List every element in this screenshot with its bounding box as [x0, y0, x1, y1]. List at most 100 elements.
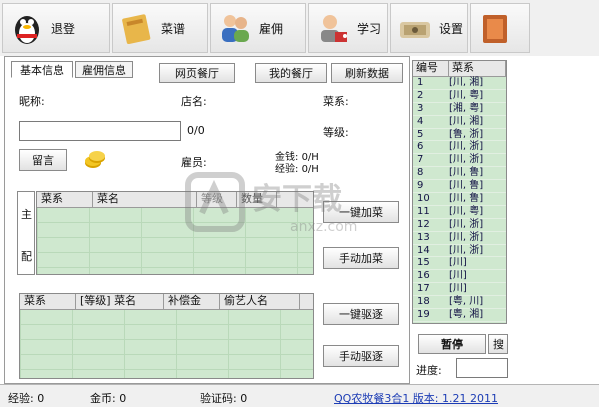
manual-add-dish-button[interactable]: 手动加菜 [323, 247, 399, 269]
row-number: 6 [417, 141, 424, 153]
dish-grid[interactable]: 菜系 菜名 等级 数量 [36, 191, 314, 275]
cuisine-list-row[interactable]: 8 [川, 鲁] [413, 167, 506, 181]
cuisine-list-row[interactable]: 9 [川, 鲁] [413, 180, 506, 194]
nickname-label: 昵称: [19, 95, 45, 108]
side-label-side[interactable]: 配 [21, 248, 32, 264]
my-restaurant-button[interactable]: 我的餐厅 [255, 63, 327, 83]
nickname-input[interactable] [19, 121, 181, 141]
hire-button[interactable]: 雇佣 [210, 3, 306, 53]
cuisine-list-row[interactable]: 7 [川, 浙] [413, 154, 506, 168]
dish-side-tabs: 主 配 [17, 191, 35, 275]
row-cuisine: [川, 湘] [449, 115, 484, 127]
row-cuisine: [川] [449, 257, 467, 269]
learn-label: 学习 [357, 21, 382, 36]
row-number: 4 [417, 115, 424, 127]
cuisine-list-row[interactable]: 17 [川] [413, 283, 506, 297]
auto-add-dish-button[interactable]: 一键加菜 [323, 201, 399, 223]
cuisine-list-row[interactable]: 14 [川, 浙] [413, 245, 506, 258]
message-button[interactable]: 留言 [19, 149, 67, 171]
auto-kick-button[interactable]: 一键驱逐 [323, 303, 399, 325]
version-link[interactable]: QQ农牧餐3合1 版本: 1.21 2011 [334, 390, 498, 406]
row-number: 15 [417, 257, 430, 269]
cuisine-list-row[interactable]: 15 [川] [413, 257, 506, 271]
cuisine-list-row[interactable]: 2 [川, 粤] [413, 90, 506, 103]
recipe-button[interactable]: 菜谱 [112, 3, 208, 53]
col-thief-name[interactable]: 偷艺人名 [220, 294, 300, 309]
col-number[interactable]: 编号 [413, 61, 449, 76]
pause-button[interactable]: 暂停 [418, 334, 486, 354]
cuisine-list-row[interactable]: 10 [川, 鲁] [413, 193, 506, 206]
col-cuisine[interactable]: 菜系 [37, 192, 93, 207]
row-cuisine: [川, 浙] [449, 141, 484, 153]
coins-icon [83, 149, 107, 171]
people-icon [217, 10, 253, 46]
web-restaurant-button[interactable]: 网页餐厅 [159, 63, 235, 83]
toolbar: 退登 菜谱 雇佣 学习 设置 [0, 0, 599, 56]
cuisine-list-row[interactable]: 19 [粤, 湘] [413, 309, 506, 322]
cuisine-list[interactable]: 编号 菜系 1 [川, 湘] 2 [川, 粤] 3 [湘, 粤] 4 [川, 湘] 5 [鲁, 浙… [412, 60, 507, 324]
row-number: 10 [417, 193, 430, 205]
row-number: 12 [417, 218, 430, 230]
status-exp: 经验: 0 [8, 392, 45, 405]
row-cuisine: [川] [449, 283, 467, 295]
cuisine-list-header: 编号 菜系 [413, 61, 506, 77]
cuisine-list-row[interactable]: 13 [川, 浙] [413, 232, 506, 245]
status-captcha: 验证码: 0 [200, 392, 248, 405]
row-cuisine: [川, 浙] [449, 154, 484, 166]
cuisine-list-row[interactable]: 18 [粤, 川] [413, 296, 506, 310]
side-label-main[interactable]: 主 [21, 206, 32, 222]
col-level[interactable]: 等级 [197, 192, 237, 207]
col-helper-cuisine[interactable]: 菜系 [20, 294, 76, 309]
exp-readout: 经验: 0/H [275, 160, 319, 175]
cuisine-list-row[interactable]: 11 [川, 粤] [413, 206, 506, 219]
main-panel: 基本信息 雇佣信息 网页餐厅 我的餐厅 刷新数据 昵称: 店名: 菜系: 0/0… [4, 56, 410, 384]
row-cuisine: [粤, 湘] [449, 309, 484, 321]
row-cuisine: [川, 浙] [449, 231, 484, 243]
cuisine-list-row[interactable]: 6 [川, 浙] [413, 141, 506, 155]
cuisine-list-row[interactable]: 4 [川, 湘] [413, 116, 506, 129]
row-number: 7 [417, 154, 424, 166]
col-compensation[interactable]: 补偿金 [164, 294, 220, 309]
row-cuisine: [川, 鲁] [449, 180, 484, 192]
cuisine-label: 菜系: [323, 95, 349, 108]
row-number: 11 [417, 205, 430, 217]
status-bar: 经验: 0 金币: 0 验证码: 0 QQ农牧餐3合1 版本: 1.21 201… [0, 384, 599, 407]
learn-button[interactable]: 学习 [308, 3, 388, 53]
row-cuisine: [川, 鲁] [449, 193, 484, 205]
helper-grid[interactable]: 菜系 [等级] 菜名 补偿金 偷艺人名 [19, 293, 314, 379]
cuisine-list-row[interactable]: 1 [川, 湘] [413, 77, 506, 90]
settings-button[interactable]: 设置 [390, 3, 468, 53]
tab-basic-info[interactable]: 基本信息 [11, 61, 73, 78]
manual-kick-button[interactable]: 手动驱逐 [323, 345, 399, 367]
col-quantity[interactable]: 数量 [237, 192, 277, 207]
col-cuisine-type[interactable]: 菜系 [449, 61, 506, 76]
recipe-label: 菜谱 [161, 21, 186, 36]
hire-label: 雇佣 [259, 21, 284, 36]
cuisine-list-row[interactable]: 16 [川] [413, 270, 506, 284]
logout-button[interactable]: 退登 [2, 3, 110, 53]
row-number: 14 [417, 244, 430, 256]
cuisine-list-row[interactable]: 3 [湘, 粤] [413, 103, 506, 116]
recipe-book-icon [119, 10, 155, 46]
tab-hire-info[interactable]: 雇佣信息 [75, 61, 133, 78]
row-cuisine: [湘, 粤] [449, 102, 484, 114]
refresh-button[interactable]: 刷新数据 [331, 63, 403, 83]
row-cuisine: [川, 粤] [449, 89, 484, 101]
logout-label: 退登 [51, 21, 76, 36]
row-cuisine: [鲁, 浙] [449, 128, 484, 140]
employee-label: 雇员: [181, 156, 207, 169]
row-number: 19 [417, 309, 430, 321]
cuisine-list-row[interactable]: 5 [鲁, 浙] [413, 129, 506, 142]
row-cuisine: [川, 浙] [449, 244, 484, 256]
exp-value: 0/H [301, 164, 319, 175]
row-cuisine: [川, 粤] [449, 205, 484, 217]
row-cuisine: [川, 鲁] [449, 167, 484, 179]
char-count: 0/0 [187, 124, 205, 137]
search-button[interactable]: 搜 [488, 334, 508, 354]
extra-button[interactable] [470, 3, 530, 53]
cuisine-list-row[interactable]: 12 [川, 浙] [413, 219, 506, 232]
row-cuisine: [川, 湘] [449, 77, 484, 88]
col-dish-name[interactable]: 菜名 [93, 192, 197, 207]
progress-label: 进度: [416, 364, 442, 377]
col-helper-dish[interactable]: [等级] 菜名 [76, 294, 164, 309]
